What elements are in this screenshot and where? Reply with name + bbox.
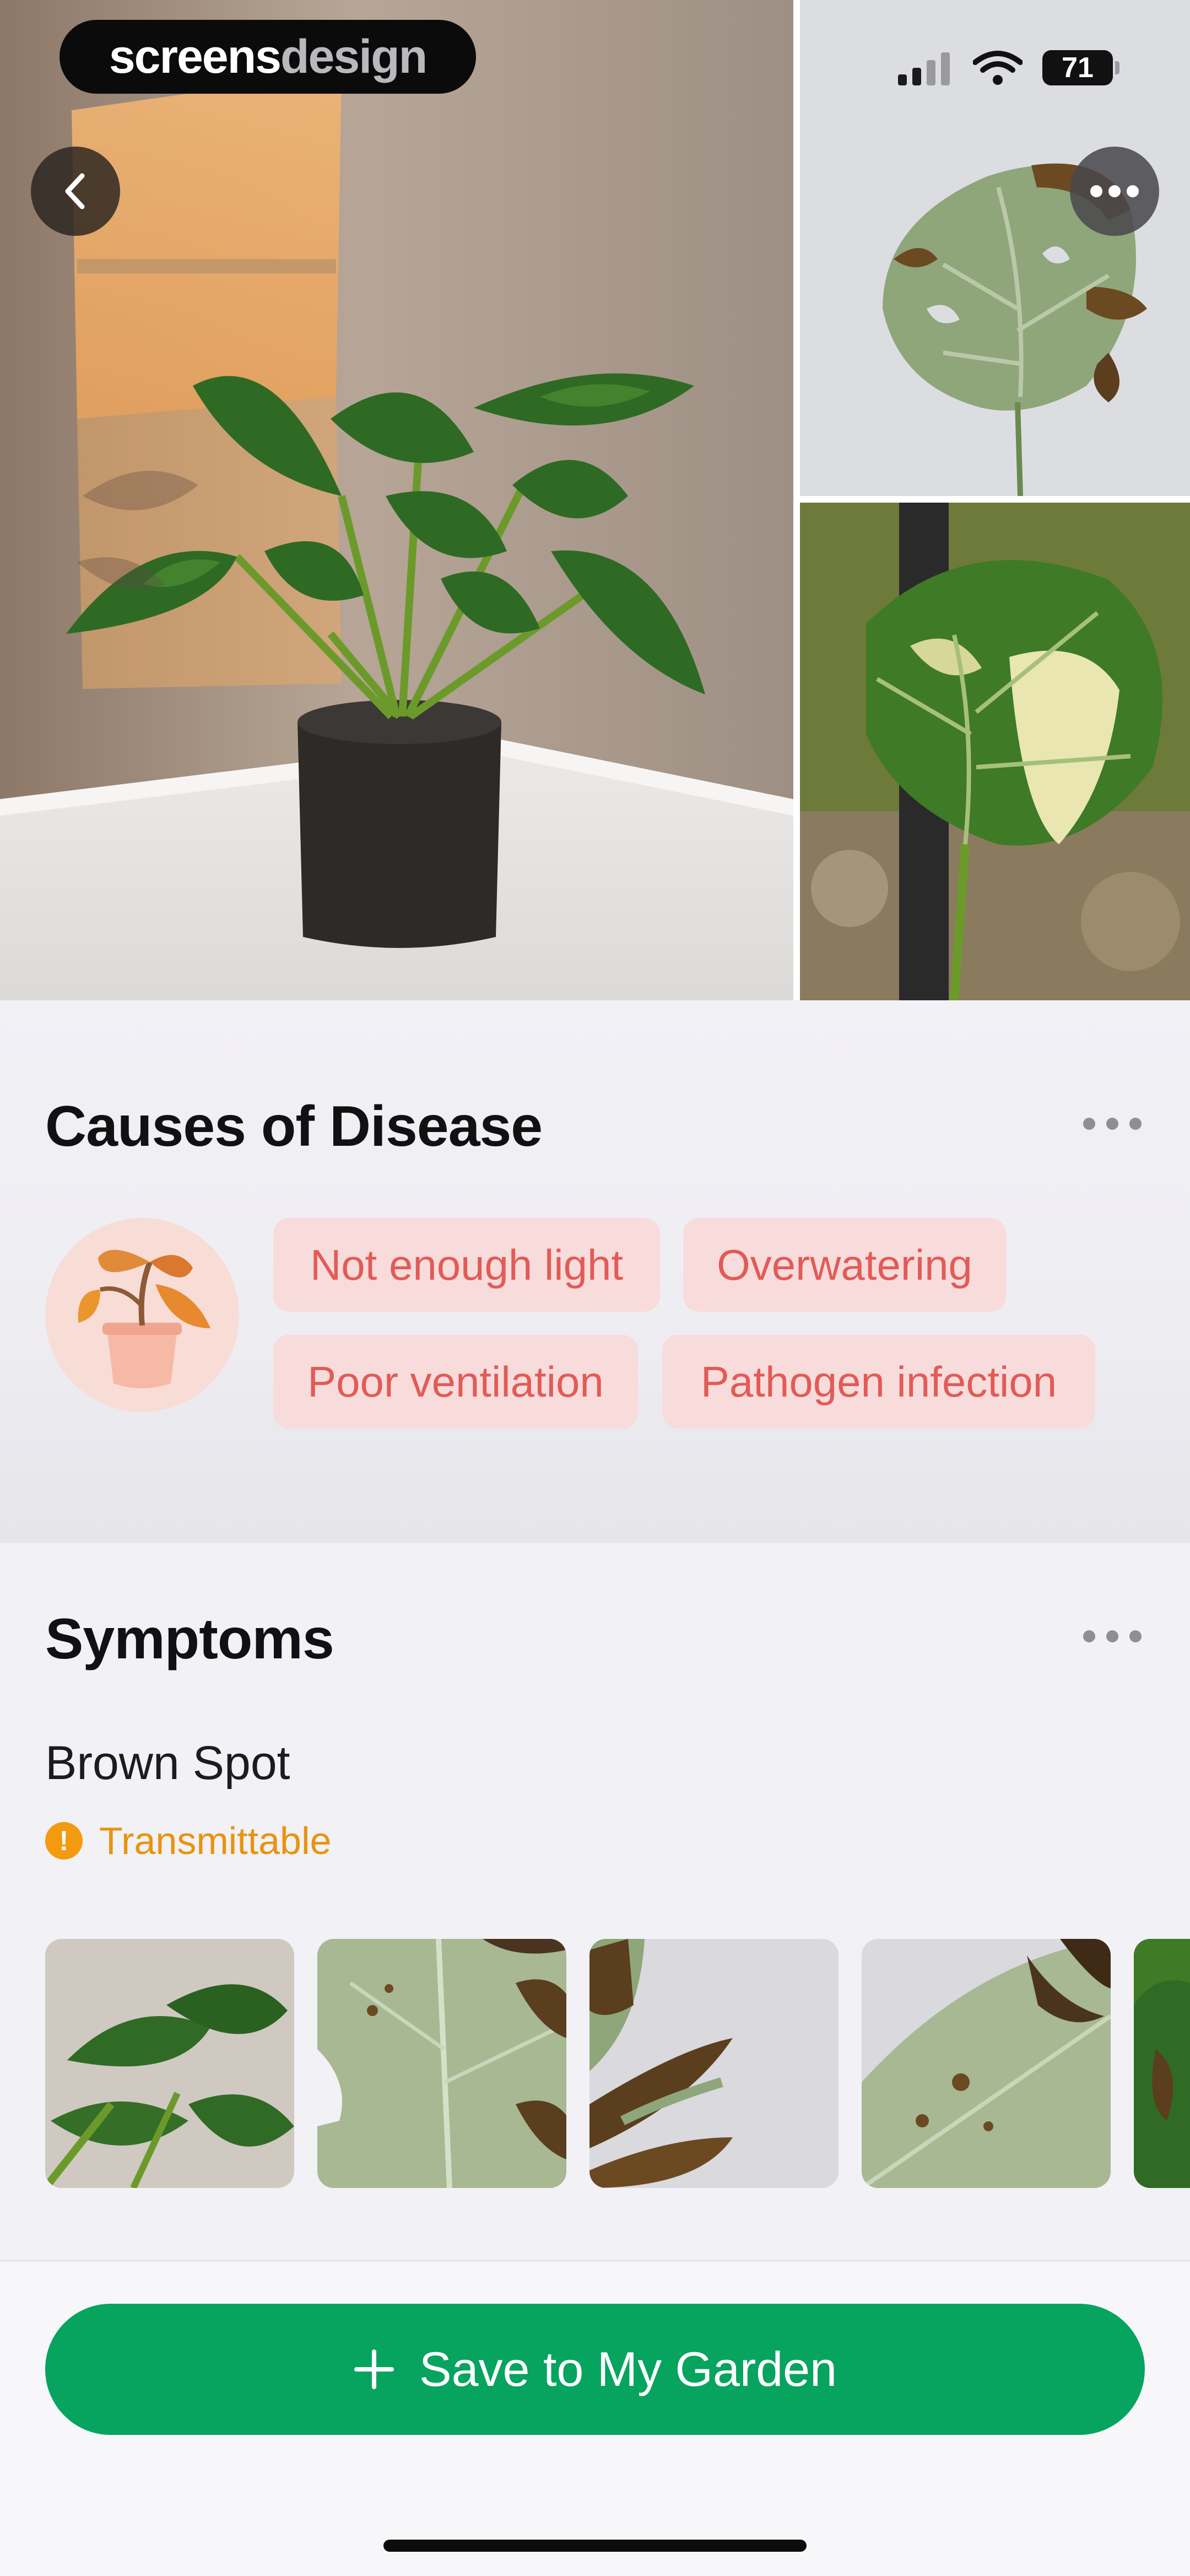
dot [1083,1118,1095,1130]
disease-plant-illustration [45,1218,239,1412]
symptom-name: Brown Spot [45,1737,290,1790]
exclamation-circle-icon: ! [45,1822,83,1860]
transmittable-label: Transmittable [99,1819,332,1862]
plus-icon [354,2349,394,2389]
photo-gallery: screens design 71 [0,0,1190,1000]
brand-watermark: screens design [60,20,476,94]
dot [1083,1630,1095,1642]
variegated-leaf-photo[interactable] [800,503,1190,1000]
symptom-photo-thumbnail[interactable] [862,1939,1111,2188]
cause-tag: Poor ventilation [273,1335,638,1429]
cause-tag: Pathogen infection [662,1335,1095,1429]
symptom-photo-thumbnail[interactable] [317,1939,566,2188]
home-indicator[interactable] [383,2540,807,2552]
symptom-photo-thumbnail[interactable] [45,1939,294,2188]
symptoms-title: Symptoms [45,1607,334,1671]
symptoms-more-button[interactable] [1083,1630,1142,1642]
brand-part-2: design [280,30,428,83]
symptom-photo-thumbnail[interactable] [589,1939,839,2188]
ellipsis-icon [1090,185,1139,197]
save-to-garden-button[interactable]: Save to My Garden [45,2304,1145,2435]
back-button[interactable] [31,147,120,236]
symptom-photo-thumbnail[interactable] [1134,1939,1190,2188]
dot [1106,1118,1118,1130]
dot [1129,1118,1142,1130]
dot [1106,1630,1118,1642]
more-options-button[interactable] [1070,147,1159,236]
wilted-plant-icon [78,1249,210,1388]
status-bar: 71 [898,44,1129,91]
battery-icon: 71 [1042,50,1119,85]
cellular-signal-icon [898,52,950,85]
dot [1129,1630,1142,1642]
causes-more-button[interactable] [1083,1118,1142,1130]
main-plant-photo[interactable] [0,0,793,1000]
battery-level: 71 [1062,52,1094,84]
brand-part-1: screens [109,30,282,83]
wifi-icon [973,51,1023,85]
chevron-left-icon [65,173,85,209]
cause-tag: Not enough light [273,1218,660,1312]
causes-title: Causes of Disease [45,1095,543,1158]
cause-tag: Overwatering [683,1218,1006,1312]
transmittable-badge: ! Transmittable [45,1819,331,1863]
save-button-label: Save to My Garden [419,2342,837,2396]
